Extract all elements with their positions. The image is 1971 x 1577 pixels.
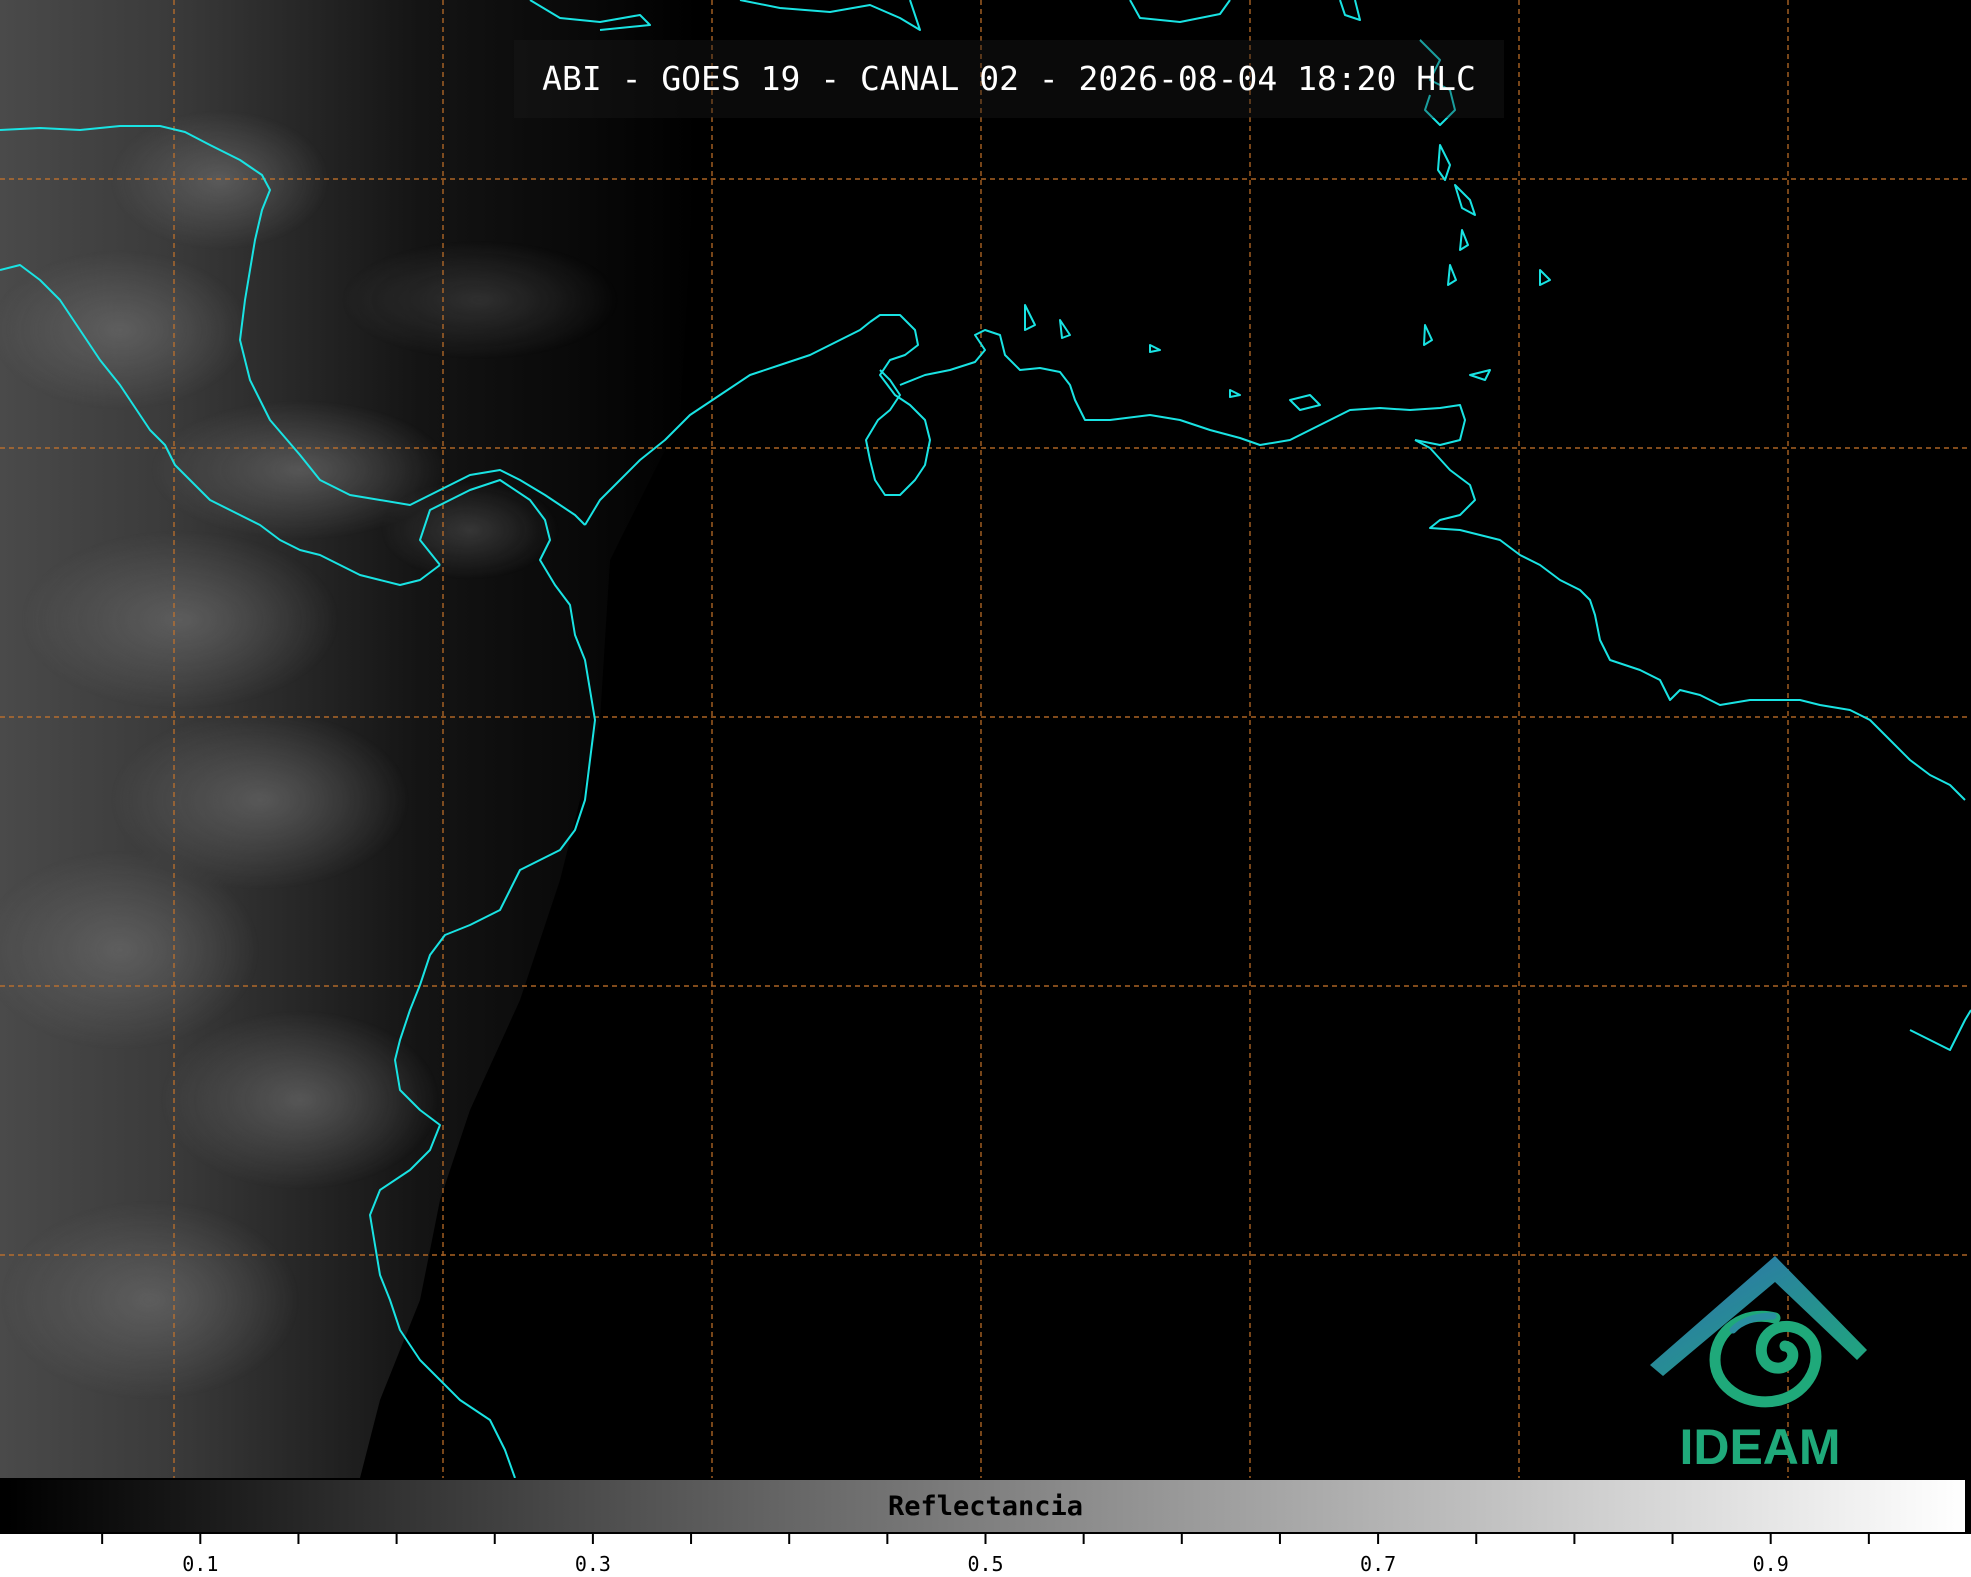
ideam-logo-icon: [1650, 1256, 1867, 1408]
colorbar-label: Reflectancia: [887, 1491, 1084, 1522]
colorbar-tick-label: 0.9: [1752, 1552, 1789, 1576]
colorbar: Reflectancia: [4, 1478, 1967, 1534]
colorbar-axis: 0.1 0.3 0.5 0.7 0.9: [0, 1534, 1971, 1577]
logo-text: IDEAM: [1679, 1419, 1841, 1475]
map-title: ABI - GOES 19 - CANAL 02 - 2026-08-04 18…: [542, 59, 1476, 98]
colorbar-tick-label: 0.7: [1360, 1552, 1397, 1576]
colorbar-tick-label: 0.1: [182, 1552, 219, 1576]
ideam-logo: IDEAM: [1645, 1250, 1875, 1475]
colorbar-tick-label: 0.5: [967, 1552, 1004, 1576]
colorbar-tick-label: 0.3: [574, 1552, 611, 1576]
satellite-image: ABI - GOES 19 - CANAL 02 - 2026-08-04 18…: [0, 0, 1971, 1478]
title-box: ABI - GOES 19 - CANAL 02 - 2026-08-04 18…: [514, 40, 1504, 118]
